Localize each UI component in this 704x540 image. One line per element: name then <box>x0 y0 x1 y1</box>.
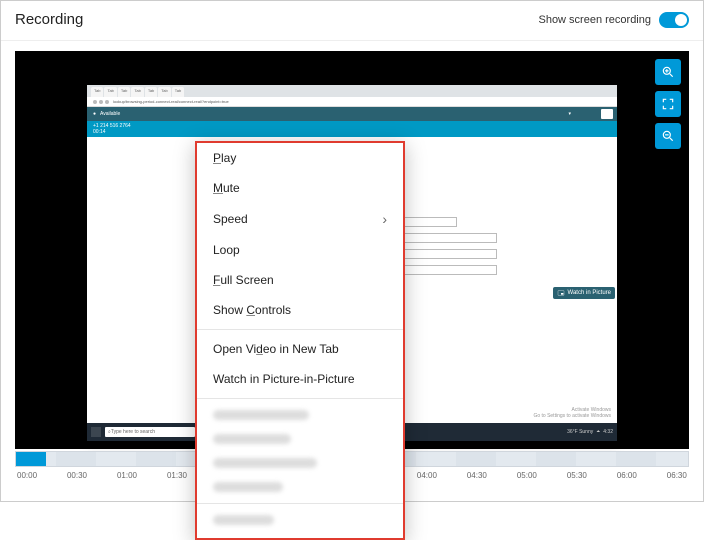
menu-blurred-item[interactable] <box>197 508 403 532</box>
form-input <box>397 249 497 259</box>
app-subbar: +1 214 516 2764 00:14 <box>87 121 617 137</box>
zoom-out-icon <box>661 129 675 143</box>
phone-icon <box>601 109 613 119</box>
browser-tab: Tab <box>145 87 157 97</box>
video-controls <box>655 59 681 149</box>
header: Recording Show screen recording <box>1 1 703 41</box>
menu-blurred-item[interactable] <box>197 451 403 475</box>
system-tray: 36°F Sunny ⏶ 4:32 <box>567 429 613 435</box>
toggle-wrap: Show screen recording <box>538 12 689 28</box>
url-text: lookup/browsing-period-connect-real/conn… <box>113 99 611 104</box>
chevron-right-icon: › <box>382 211 387 227</box>
video-context-menu: Play Mute Speed › Loop Full Screen Show … <box>195 141 405 540</box>
fit-icon <box>661 97 675 111</box>
zoom-in-button[interactable] <box>655 59 681 85</box>
menu-loop[interactable]: Loop <box>197 235 403 265</box>
browser-tab: Tab <box>118 87 130 97</box>
menu-blurred-item[interactable] <box>197 403 403 427</box>
tick: 00:00 <box>17 471 37 480</box>
menu-mute[interactable]: Mute <box>197 173 403 203</box>
form-input <box>397 265 497 275</box>
tick: 04:00 <box>417 471 437 480</box>
menu-speed[interactable]: Speed › <box>197 203 403 235</box>
form-input <box>397 233 497 243</box>
zoom-in-icon <box>661 65 675 79</box>
address-bar: lookup/browsing-period-connect-real/conn… <box>87 97 617 107</box>
menu-show-controls[interactable]: Show Controls <box>197 295 403 325</box>
fit-screen-button[interactable] <box>655 91 681 117</box>
page-title: Recording <box>15 11 83 28</box>
tick: 05:30 <box>567 471 587 480</box>
browser-tab: Tab <box>172 87 184 97</box>
tick: 00:30 <box>67 471 87 480</box>
menu-fullscreen[interactable]: Full Screen <box>197 265 403 295</box>
start-icon <box>91 427 101 437</box>
menu-separator <box>197 503 403 504</box>
tick: 06:00 <box>617 471 637 480</box>
menu-open-new-tab[interactable]: Open Video in New Tab <box>197 334 403 364</box>
tick: 05:00 <box>517 471 537 480</box>
show-recording-toggle[interactable] <box>659 12 689 28</box>
pip-badge: Watch in Picture <box>553 287 615 299</box>
browser-tab: Tab <box>104 87 116 97</box>
menu-play[interactable]: Play <box>197 143 403 173</box>
status-label: Available <box>100 111 120 117</box>
browser-tab: Tab <box>131 87 143 97</box>
tick: 01:30 <box>167 471 187 480</box>
app-topbar: ● Available ▾ <box>87 107 617 121</box>
pip-label: Watch in Picture <box>568 290 611 296</box>
tick: 06:30 <box>667 471 687 480</box>
watermark-sub: Go to Settings to activate Windows <box>533 413 611 419</box>
zoom-out-button[interactable] <box>655 123 681 149</box>
browser-tab: Tab <box>91 87 103 97</box>
tick: 01:00 <box>117 471 137 480</box>
browser-tab: Tab <box>158 87 170 97</box>
pip-icon <box>557 289 565 297</box>
taskbar-search: ⌕ Type here to search <box>105 427 195 437</box>
menu-blurred-item[interactable] <box>197 475 403 499</box>
timeline-progress <box>16 452 46 466</box>
form-input <box>397 217 457 227</box>
tick: 04:30 <box>467 471 487 480</box>
menu-blurred-item[interactable] <box>197 427 403 451</box>
menu-separator <box>197 329 403 330</box>
windows-watermark: Activate Windows Go to Settings to activ… <box>533 407 611 419</box>
browser-tabs: Tab Tab Tab Tab Tab Tab Tab <box>87 85 617 97</box>
form-fields <box>397 217 497 275</box>
call-timer: 00:14 <box>93 129 611 135</box>
toggle-label: Show screen recording <box>538 14 651 26</box>
menu-separator <box>197 398 403 399</box>
menu-watch-pip[interactable]: Watch in Picture-in-Picture <box>197 364 403 394</box>
clock: 4:32 <box>603 429 613 435</box>
weather: 36°F Sunny <box>567 429 593 435</box>
